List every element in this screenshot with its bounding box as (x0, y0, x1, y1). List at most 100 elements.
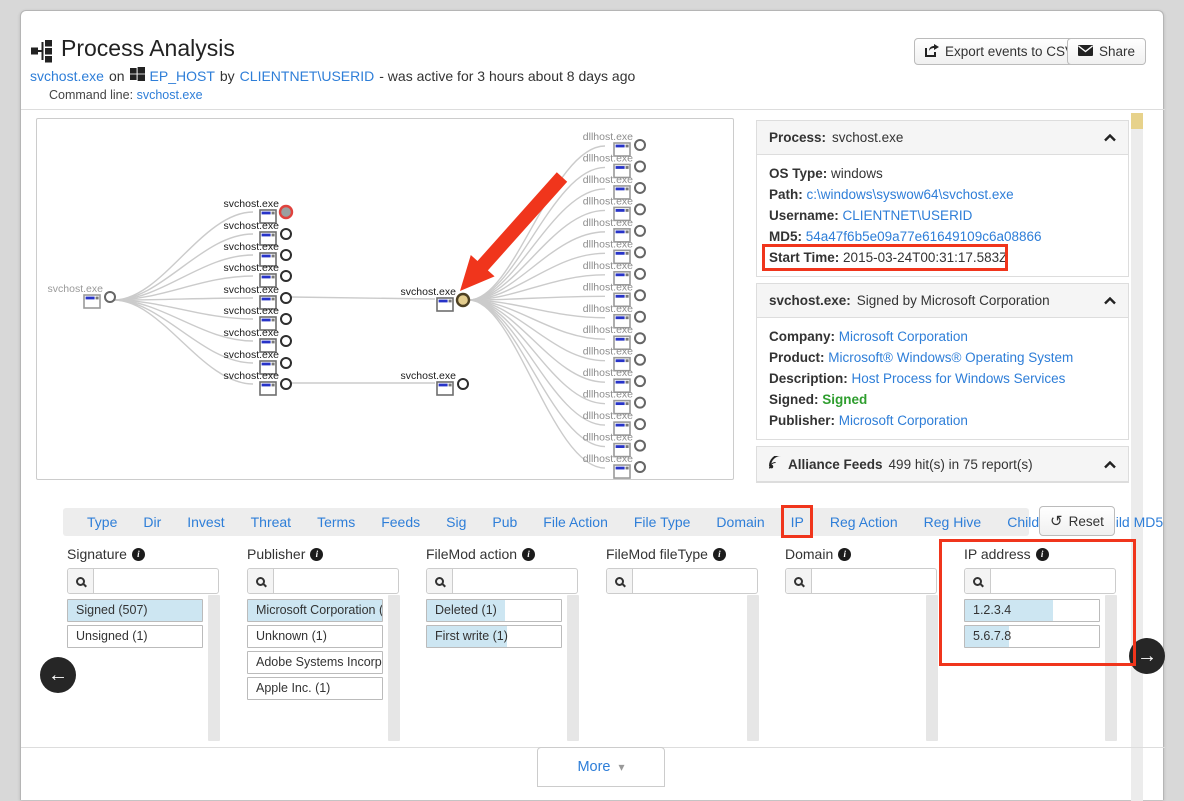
node-dot[interactable] (281, 358, 291, 368)
facet-item[interactable]: Unsigned (1) (67, 625, 203, 648)
tab-file-action[interactable]: File Action (543, 514, 608, 530)
tab-ip[interactable]: IP (791, 514, 804, 530)
chevron-up-icon[interactable] (1104, 293, 1116, 308)
facets-next-button[interactable]: → (1129, 638, 1165, 674)
node-dot[interactable] (635, 398, 645, 408)
chevron-up-icon[interactable] (1104, 130, 1116, 145)
facet-item[interactable]: Microsoft Corporation (505) (247, 599, 383, 622)
alert-node-dot[interactable] (280, 206, 292, 218)
node-dot[interactable] (635, 226, 645, 236)
host-link[interactable]: EP_HOST (150, 68, 215, 84)
details-section-header[interactable]: Alliance Feeds499 hit(s) in 75 report(s) (757, 447, 1128, 482)
share-button[interactable]: Share (1067, 38, 1146, 65)
node-dot[interactable] (105, 292, 115, 302)
facet-search-input[interactable] (94, 569, 218, 593)
node-dot[interactable] (635, 333, 645, 343)
tab-dir[interactable]: Dir (143, 514, 161, 530)
facet-item[interactable]: 1.2.3.4 (964, 599, 1100, 622)
facet-scrollbar[interactable] (388, 595, 400, 741)
details-section-header[interactable]: Process:svchost.exe (757, 121, 1128, 155)
info-icon[interactable]: i (713, 548, 726, 561)
facet-search-input[interactable] (991, 569, 1115, 593)
tab-invest[interactable]: Invest (187, 514, 224, 530)
facet-item[interactable]: Unknown (1) (247, 625, 383, 648)
detail-value[interactable]: 54a47f6b5e09a77e61649109c6a08866 (806, 229, 1042, 244)
facet-item[interactable]: Deleted (1) (426, 599, 562, 622)
facet-scrollbar[interactable] (926, 595, 938, 741)
facet-search-input[interactable] (274, 569, 398, 593)
tab-domain[interactable]: Domain (716, 514, 764, 530)
info-icon[interactable]: i (132, 548, 145, 561)
info-icon[interactable]: i (522, 548, 535, 561)
facet-item[interactable]: 5.6.7.8 (964, 625, 1100, 648)
command-line-value[interactable]: svchost.exe (137, 88, 203, 102)
node-dot[interactable] (635, 419, 645, 429)
detail-value[interactable]: Microsoft Corporation (839, 413, 968, 428)
facet-item[interactable]: First write (1) (426, 625, 562, 648)
facet-scrollbar[interactable] (747, 595, 759, 741)
node-dot[interactable] (635, 140, 645, 150)
process-graph-canvas[interactable]: svchost.exesvchost.exesvchost.exesvchost… (36, 118, 734, 480)
tab-sig[interactable]: Sig (446, 514, 466, 530)
panel-scrollbar-thumb[interactable] (1131, 113, 1143, 129)
node-dot[interactable] (635, 247, 645, 257)
detail-value[interactable]: Microsoft® Windows® Operating System (828, 350, 1073, 365)
facet-item[interactable]: Adobe Systems Incorporate (247, 651, 383, 674)
process-node-svchost[interactable]: svchost.exe (48, 283, 115, 308)
selected-node-dot[interactable] (457, 294, 469, 306)
detail-value[interactable]: c:\windows\syswow64\svchost.exe (807, 187, 1014, 202)
node-dot[interactable] (458, 379, 468, 389)
facet-search-input[interactable] (453, 569, 577, 593)
node-dot[interactable] (635, 376, 645, 386)
node-dot[interactable] (281, 293, 291, 303)
panel-scrollbar[interactable] (1131, 113, 1143, 801)
more-button[interactable]: More ▾ (537, 747, 665, 787)
tab-terms[interactable]: Terms (317, 514, 355, 530)
node-dot[interactable] (635, 441, 645, 451)
node-dot[interactable] (635, 161, 645, 171)
tab-type[interactable]: Type (87, 514, 117, 530)
reset-button[interactable]: ↺ Reset (1039, 506, 1115, 536)
detail-value[interactable]: Host Process for Windows Services (852, 371, 1066, 386)
tab-feeds[interactable]: Feeds (381, 514, 420, 530)
node-dot[interactable] (635, 204, 645, 214)
detail-value[interactable]: CLIENTNET\USERID (843, 208, 973, 223)
node-dot[interactable] (635, 312, 645, 322)
detail-value[interactable]: Microsoft Corporation (839, 329, 968, 344)
node-dot[interactable] (281, 250, 291, 260)
node-dot[interactable] (635, 462, 645, 472)
facet-title: FileMod fileTypei (606, 544, 771, 564)
facet-scrollbar[interactable] (1105, 595, 1117, 741)
node-dot[interactable] (635, 290, 645, 300)
facets-prev-button[interactable]: ← (40, 657, 76, 693)
facet-scrollbar[interactable] (567, 595, 579, 741)
tab-reg-hive[interactable]: Reg Hive (924, 514, 982, 530)
info-icon[interactable]: i (1036, 548, 1049, 561)
tab-pub[interactable]: Pub (492, 514, 517, 530)
tab-file-type[interactable]: File Type (634, 514, 691, 530)
info-icon[interactable]: i (838, 548, 851, 561)
tab-threat[interactable]: Threat (251, 514, 291, 530)
node-dot[interactable] (281, 314, 291, 324)
process-name-link[interactable]: svchost.exe (30, 68, 104, 84)
info-icon[interactable]: i (310, 548, 323, 561)
process-node-svchost[interactable]: svchost.exe (224, 370, 291, 395)
details-section-header[interactable]: svchost.exe:Signed by Microsoft Corporat… (757, 284, 1128, 318)
tab-reg-action[interactable]: Reg Action (830, 514, 898, 530)
node-dot[interactable] (281, 271, 291, 281)
chevron-up-icon[interactable] (1104, 457, 1116, 472)
facet-search-input[interactable] (812, 569, 936, 593)
node-dot[interactable] (281, 229, 291, 239)
node-dot[interactable] (635, 183, 645, 193)
facet-search-input[interactable] (633, 569, 757, 593)
export-events-button[interactable]: Export events to CSV (914, 38, 1085, 65)
facet-item[interactable]: Signed (507) (67, 599, 203, 622)
node-dot[interactable] (635, 269, 645, 279)
node-dot[interactable] (281, 379, 291, 389)
facet-scrollbar[interactable] (208, 595, 220, 741)
process-node-dllhost[interactable]: dllhost.exe (583, 453, 645, 478)
node-dot[interactable] (281, 336, 291, 346)
username-link[interactable]: CLIENTNET\USERID (240, 68, 375, 84)
facet-item[interactable]: Apple Inc. (1) (247, 677, 383, 700)
node-dot[interactable] (635, 355, 645, 365)
